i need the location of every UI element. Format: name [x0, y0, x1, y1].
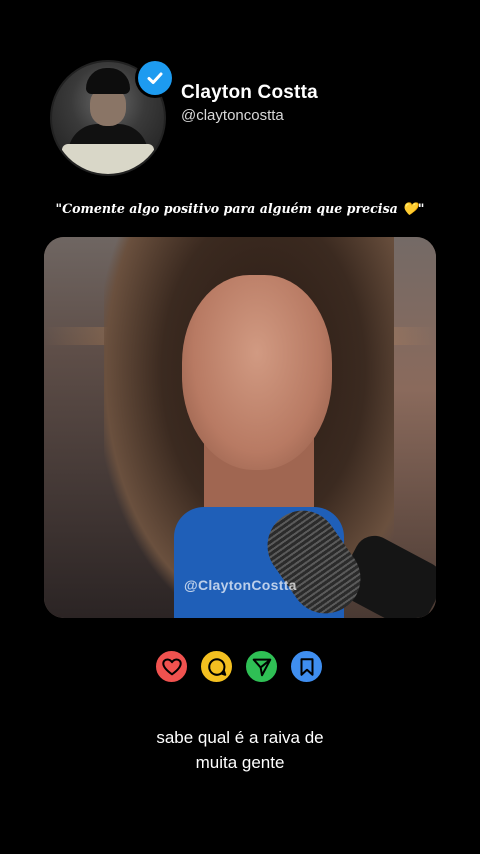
- comment-icon: [207, 657, 226, 676]
- caption-line-1: sabe qual é a raiva de: [156, 728, 324, 747]
- avatar-book: [62, 144, 154, 174]
- verified-badge-icon: [138, 61, 172, 95]
- video-player[interactable]: @ClaytonCostta: [44, 237, 436, 618]
- video-watermark: @ClaytonCostta: [184, 577, 297, 593]
- heart-icon: [161, 657, 182, 675]
- video-person-face: [182, 275, 332, 470]
- save-button[interactable]: [289, 649, 324, 684]
- video-caption: sabe qual é a raiva de muita gente: [0, 725, 480, 775]
- like-button[interactable]: [154, 649, 189, 684]
- caption-line-2: muita gente: [195, 753, 285, 772]
- comment-button[interactable]: [199, 649, 234, 684]
- profile-name[interactable]: Clayton Costta: [181, 82, 318, 104]
- avatar-cap: [86, 68, 130, 94]
- bookmark-icon: [299, 657, 314, 676]
- post-quote: "Comente algo positivo para alguém que p…: [55, 201, 425, 216]
- action-bar: [154, 649, 324, 684]
- profile-handle[interactable]: @claytoncostta: [181, 107, 284, 124]
- share-button[interactable]: [244, 649, 279, 684]
- send-icon: [252, 658, 271, 676]
